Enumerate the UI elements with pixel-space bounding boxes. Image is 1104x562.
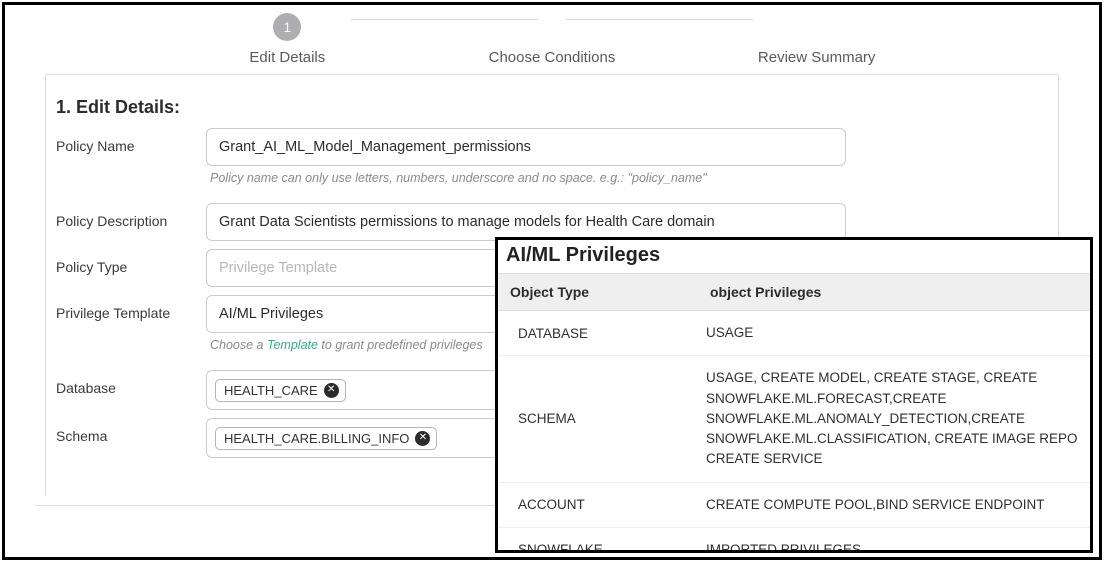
col-object-type: Object Type	[498, 274, 698, 310]
chip-health-care: HEALTH_CARE ✕	[215, 379, 346, 402]
cell-object-type: ACCOUNT	[498, 483, 698, 527]
policy-name-hint: Policy name can only use letters, number…	[210, 171, 842, 185]
policy-description-input[interactable]	[206, 203, 846, 241]
step-connector	[566, 19, 753, 20]
step-number: 3	[803, 13, 831, 41]
section-title: 1. Edit Details:	[56, 97, 1038, 118]
step-label: Review Summary	[758, 49, 876, 66]
policy-type-label: Policy Type	[56, 249, 206, 275]
privilege-template-label: Privilege Template	[56, 295, 206, 321]
privileges-popup: AI/ML Privileges Object Type object Priv…	[495, 237, 1093, 553]
table-row: DATABASE USAGE	[498, 311, 1090, 356]
cell-privileges: CREATE COMPUTE POOL,BIND SERVICE ENDPOIN…	[698, 483, 1090, 527]
table-row: SCHEMA USAGE, CREATE MODEL, CREATE STAGE…	[498, 356, 1090, 482]
step-label: Choose Conditions	[489, 49, 616, 66]
step-connector	[351, 19, 538, 20]
table-row: ACCOUNT CREATE COMPUTE POOL,BIND SERVICE…	[498, 483, 1090, 528]
template-link[interactable]: Template	[267, 338, 318, 352]
policy-name-input[interactable]	[206, 128, 846, 166]
step-label: Edit Details	[249, 49, 325, 66]
popup-title: AI/ML Privileges	[498, 240, 1090, 273]
cell-privileges: USAGE, CREATE MODEL, CREATE STAGE, CREAT…	[698, 356, 1090, 481]
database-label: Database	[56, 370, 206, 396]
stepper: 1 Edit Details 2 Choose Conditions 3 Rev…	[5, 5, 1099, 66]
window-frame: 1 Edit Details 2 Choose Conditions 3 Rev…	[2, 2, 1102, 560]
table-row: SNOWFLAKE IMPORTED PRIVILEGES	[498, 528, 1090, 553]
step-number: 2	[538, 13, 566, 41]
schema-label: Schema	[56, 418, 206, 444]
popup-table-header: Object Type object Privileges	[498, 273, 1090, 311]
col-object-privileges: object Privileges	[698, 274, 1090, 310]
step-review-summary[interactable]: 3 Review Summary	[684, 13, 949, 66]
cell-object-type: DATABASE	[498, 311, 698, 355]
cell-object-type: SCHEMA	[498, 356, 698, 481]
step-choose-conditions[interactable]: 2 Choose Conditions	[420, 13, 685, 66]
step-edit-details[interactable]: 1 Edit Details	[155, 13, 420, 66]
chip-label: HEALTH_CARE	[224, 383, 318, 398]
cell-privileges: USAGE	[698, 311, 1090, 355]
cell-privileges: IMPORTED PRIVILEGES	[698, 528, 1090, 553]
chip-billing-info: HEALTH_CARE.BILLING_INFO ✕	[215, 427, 437, 450]
chip-remove-icon[interactable]: ✕	[324, 383, 339, 398]
cell-object-type: SNOWFLAKE	[498, 528, 698, 553]
step-number: 1	[273, 13, 301, 41]
policy-name-label: Policy Name	[56, 128, 206, 154]
chip-remove-icon[interactable]: ✕	[415, 431, 430, 446]
policy-description-label: Policy Description	[56, 203, 206, 229]
chip-label: HEALTH_CARE.BILLING_INFO	[224, 431, 409, 446]
privilege-template-value: AI/ML Privileges	[219, 306, 323, 322]
